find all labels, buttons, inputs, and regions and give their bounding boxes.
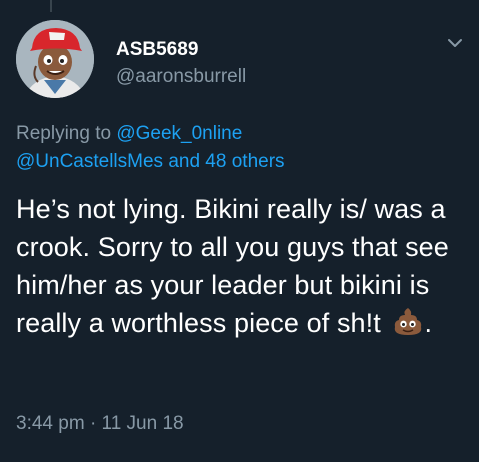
cartoon-avatar-icon	[16, 20, 94, 98]
display-name[interactable]: ASB5689	[116, 38, 246, 62]
avatar[interactable]	[16, 20, 94, 98]
poop-emoji-icon	[392, 307, 424, 337]
separator-dot: ·	[89, 413, 97, 434]
mention-link[interactable]: @UnCastellsMes	[16, 151, 163, 172]
replying-to-label: Replying to	[16, 123, 112, 144]
tweet-date: 11 Jun 18	[101, 413, 184, 434]
tweet-text: He’s not lying. Bikini really is/ was a …	[16, 194, 449, 338]
thread-line	[50, 0, 52, 12]
tweet-text-suffix: .	[424, 308, 433, 338]
timestamp[interactable]: 3:44 pm · 11 Jun 18	[16, 413, 184, 435]
tweet-header: ASB5689 @aaronsburrell	[16, 20, 466, 100]
others-link[interactable]: and 48 others	[168, 151, 284, 172]
author-block[interactable]: ASB5689 @aaronsburrell	[116, 38, 246, 89]
tweet-body: He’s not lying. Bikini really is/ was a …	[16, 190, 468, 342]
mention-link[interactable]: @Geek_0nline	[116, 123, 242, 144]
replying-to: Replying to @Geek_0nline @UnCastellsMes …	[16, 120, 466, 176]
tweet-time: 3:44 pm	[16, 413, 85, 434]
user-handle[interactable]: @aaronsburrell	[116, 65, 246, 89]
chevron-down-icon[interactable]	[444, 32, 466, 54]
